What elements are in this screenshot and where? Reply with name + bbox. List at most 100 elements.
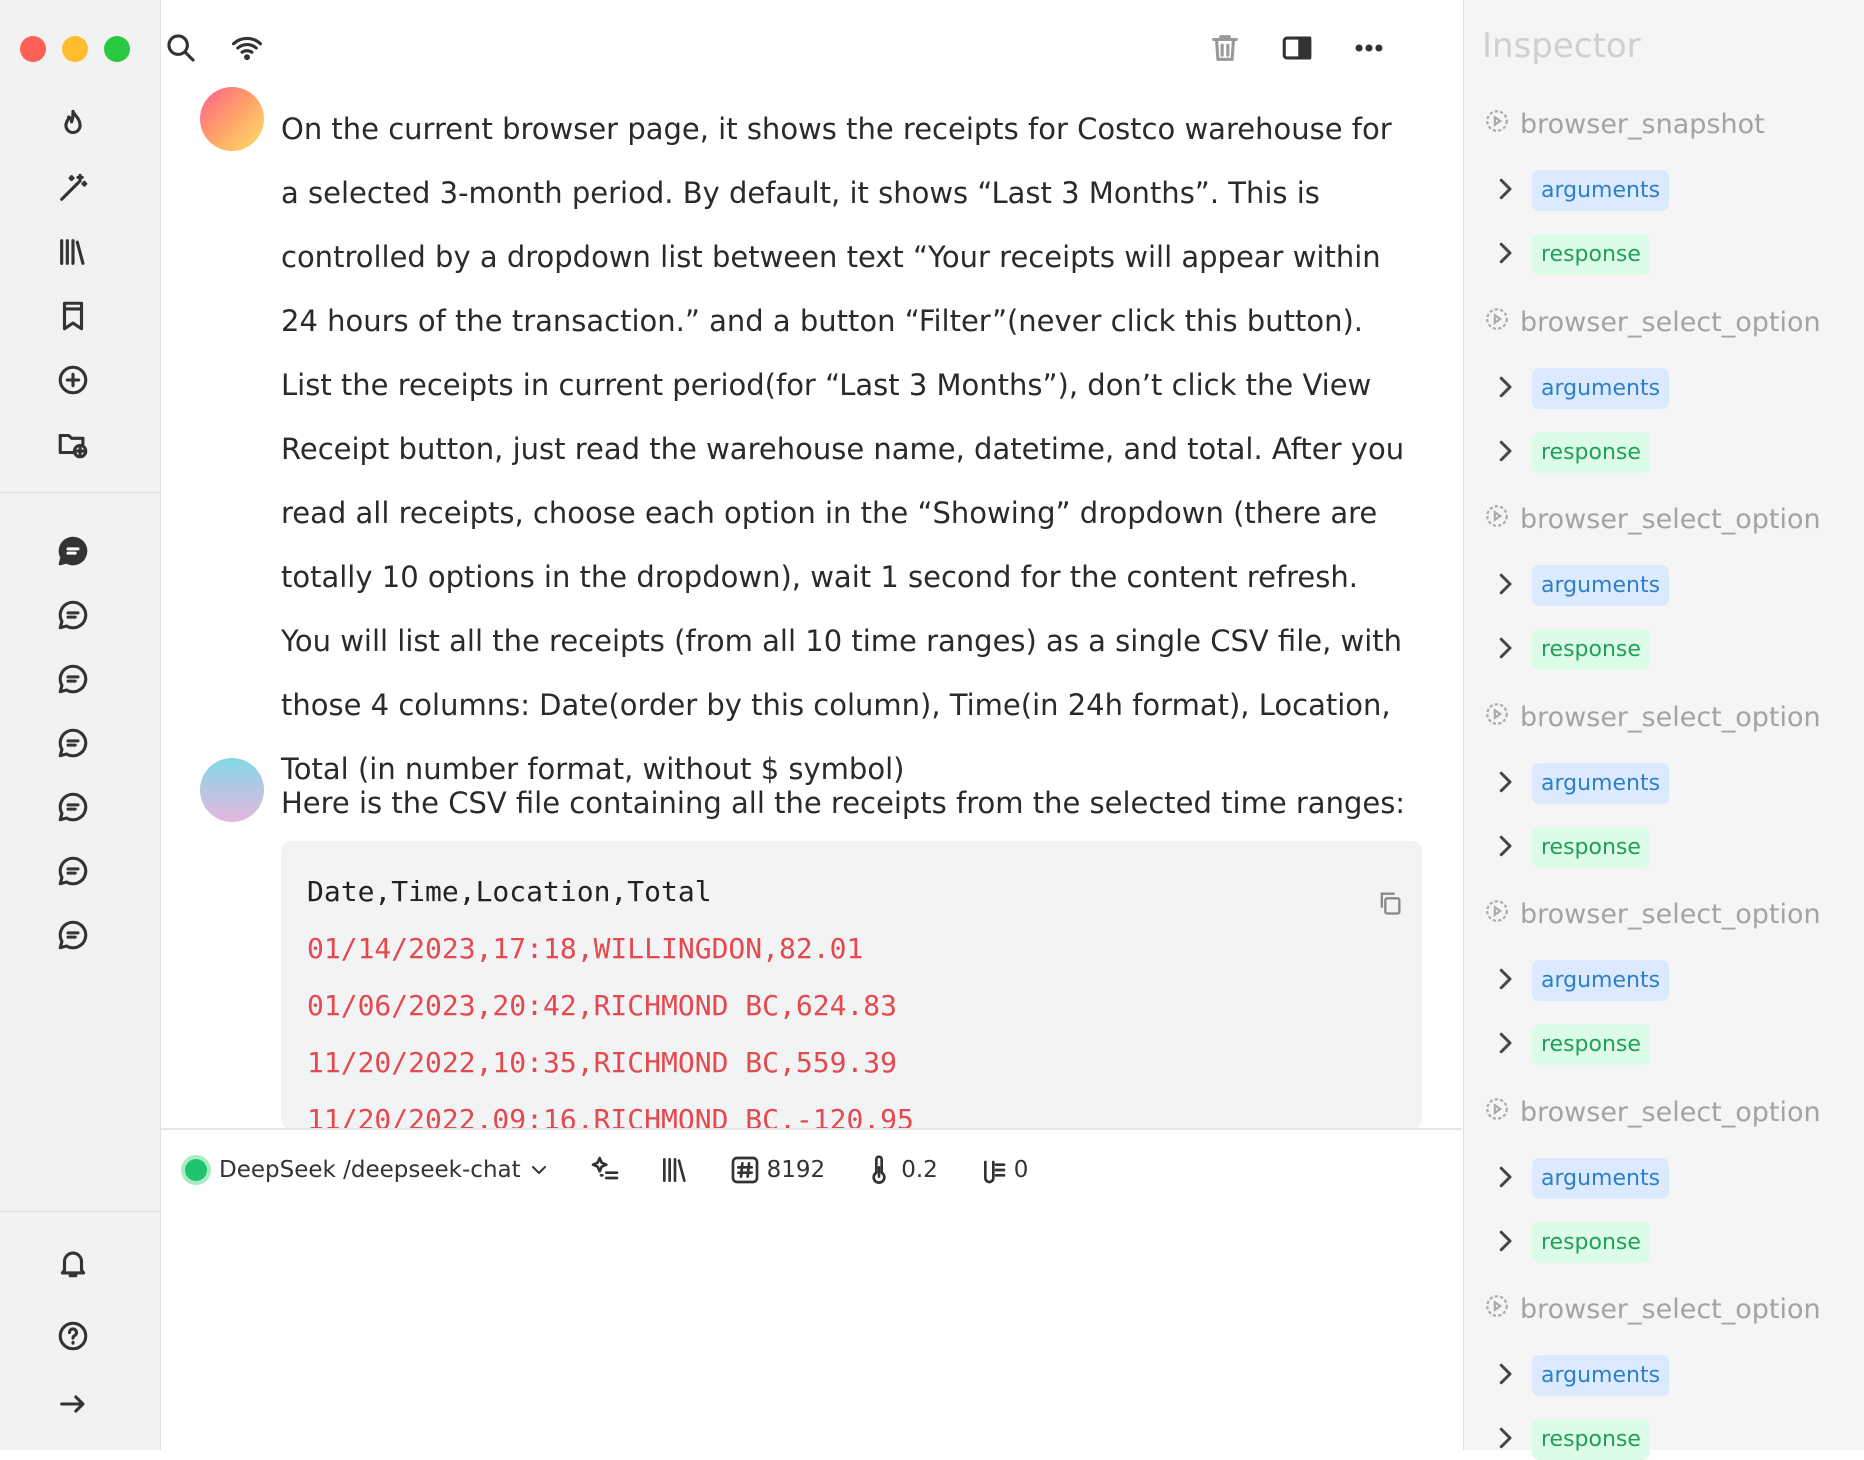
tool-call-response-row[interactable]: response xyxy=(1494,432,1650,473)
tool-call-name: browser_select_option xyxy=(1520,504,1821,535)
assistant-avatar xyxy=(200,758,264,822)
tool-call-arguments-row[interactable]: arguments xyxy=(1494,1158,1670,1199)
library-icon xyxy=(662,1158,686,1182)
more-icon[interactable] xyxy=(1349,28,1389,68)
tool-call-response-row[interactable]: response xyxy=(1494,827,1650,868)
chat-icon[interactable] xyxy=(52,722,94,764)
tool-call-response-row[interactable]: response xyxy=(1494,1222,1650,1263)
response-tag[interactable]: response xyxy=(1532,234,1650,275)
chat-icon[interactable] xyxy=(52,850,94,892)
tool-call-3[interactable]: browser_select_option xyxy=(1484,701,1821,734)
chevron-right-icon[interactable] xyxy=(1494,569,1516,603)
arguments-tag[interactable]: arguments xyxy=(1532,565,1670,606)
tool-call-response-row[interactable]: response xyxy=(1494,1419,1650,1460)
minimize-window-button[interactable] xyxy=(62,36,88,62)
maximize-window-button[interactable] xyxy=(104,36,130,62)
knowledge-button[interactable] xyxy=(659,1154,691,1186)
response-tag[interactable]: response xyxy=(1532,827,1650,868)
tool-call-6[interactable]: browser_select_option xyxy=(1484,1293,1821,1326)
csv-row: 11/20/2022,10:35,RICHMOND BC,559.39 xyxy=(307,1046,898,1079)
copy-icon[interactable] xyxy=(1376,889,1408,921)
bell-icon[interactable] xyxy=(52,1242,94,1284)
tool-call-5[interactable]: browser_select_option xyxy=(1484,1096,1821,1129)
chat-icon[interactable] xyxy=(52,914,94,956)
response-tag[interactable]: response xyxy=(1532,1024,1650,1065)
chevron-right-icon[interactable] xyxy=(1494,174,1516,208)
arguments-tag[interactable]: arguments xyxy=(1532,763,1670,804)
tool-call-arguments-row[interactable]: arguments xyxy=(1494,960,1670,1001)
flame-icon[interactable] xyxy=(52,103,94,145)
csv-row: 01/06/2023,20:42,RICHMOND BC,624.83 xyxy=(307,989,898,1022)
arguments-tag[interactable]: arguments xyxy=(1532,1355,1670,1396)
tool-call-4[interactable]: browser_select_option xyxy=(1484,898,1821,931)
temperature-setting[interactable]: 0.2 xyxy=(863,1154,938,1186)
magic-wand-icon[interactable] xyxy=(52,167,94,209)
library-icon[interactable] xyxy=(52,231,94,273)
model-name: DeepSeek /deepseek-chat xyxy=(219,1157,521,1183)
csv-row: 01/14/2023,17:18,WILLINGDON,82.01 xyxy=(307,932,864,965)
sidebar-toggle-icon[interactable] xyxy=(1277,28,1317,68)
tool-call-arguments-row[interactable]: arguments xyxy=(1494,1355,1670,1396)
chat-icon[interactable] xyxy=(52,658,94,700)
chevron-right-icon[interactable] xyxy=(1494,1423,1516,1457)
trash-icon[interactable] xyxy=(1205,28,1245,68)
chevron-right-icon[interactable] xyxy=(1494,633,1516,667)
response-tag[interactable]: response xyxy=(1532,1222,1650,1263)
chevron-right-icon[interactable] xyxy=(1494,767,1516,801)
tool-call-arguments-row[interactable]: arguments xyxy=(1494,565,1670,606)
tool-call-response-row[interactable]: response xyxy=(1494,234,1650,275)
chevron-right-icon[interactable] xyxy=(1494,1028,1516,1062)
arguments-tag[interactable]: arguments xyxy=(1532,170,1670,211)
arrow-right-icon[interactable] xyxy=(52,1383,94,1425)
search-icon[interactable] xyxy=(161,28,201,68)
response-tag[interactable]: response xyxy=(1532,629,1650,670)
attachments-value: 0 xyxy=(1013,1157,1029,1183)
chevron-right-icon[interactable] xyxy=(1494,964,1516,998)
add-circle-icon[interactable] xyxy=(52,359,94,401)
tool-call-response-row[interactable]: response xyxy=(1494,1024,1650,1065)
inspector-panel: Inspector browser_snapshot arguments respo… xyxy=(1463,0,1864,1460)
tool-call-2[interactable]: browser_select_option xyxy=(1484,503,1821,536)
model-selector[interactable]: DeepSeek /deepseek-chat xyxy=(185,1157,551,1183)
tool-call-1[interactable]: browser_select_option xyxy=(1484,306,1821,339)
chevron-right-icon[interactable] xyxy=(1494,1359,1516,1393)
tool-call-name: browser_select_option xyxy=(1520,307,1821,338)
chevron-right-icon[interactable] xyxy=(1494,238,1516,272)
help-icon[interactable] xyxy=(52,1315,94,1357)
tool-call-response-row[interactable]: response xyxy=(1494,629,1650,670)
arguments-tag[interactable]: arguments xyxy=(1532,1158,1670,1199)
max-tokens-setting[interactable]: 8192 xyxy=(729,1154,825,1186)
inspector-title: Inspector xyxy=(1482,26,1641,66)
csv-header: Date,Time,Location,Total xyxy=(307,875,712,908)
arguments-tag[interactable]: arguments xyxy=(1532,368,1670,409)
bookmark-icon[interactable] xyxy=(52,295,94,337)
tool-call-icon xyxy=(1484,108,1510,141)
new-folder-icon[interactable] xyxy=(52,423,94,465)
chat-icon[interactable] xyxy=(52,594,94,636)
wifi-icon[interactable] xyxy=(227,28,267,68)
tool-call-arguments-row[interactable]: arguments xyxy=(1494,368,1670,409)
chevron-right-icon[interactable] xyxy=(1494,1226,1516,1260)
tool-call-icon xyxy=(1484,898,1510,931)
tool-call-0[interactable]: browser_snapshot xyxy=(1484,108,1765,141)
assistant-message: Here is the CSV file containing all the … xyxy=(281,786,1406,820)
window-controls xyxy=(20,36,130,62)
csv-row: 11/20/2022,09:16,RICHMOND BC,-120.95 xyxy=(307,1103,914,1129)
arguments-tag[interactable]: arguments xyxy=(1532,960,1670,1001)
chevron-right-icon[interactable] xyxy=(1494,372,1516,406)
chat-active-icon[interactable] xyxy=(52,530,94,572)
tool-call-arguments-row[interactable]: arguments xyxy=(1494,763,1670,804)
chat-icon[interactable] xyxy=(52,786,94,828)
attachments-setting[interactable]: 0 xyxy=(976,1154,1029,1186)
prompt-tools-button[interactable] xyxy=(589,1154,621,1186)
close-window-button[interactable] xyxy=(20,36,46,62)
chevron-right-icon[interactable] xyxy=(1494,831,1516,865)
attachment-list-icon xyxy=(983,1160,1006,1184)
tool-call-arguments-row[interactable]: arguments xyxy=(1494,170,1670,211)
chevron-right-icon[interactable] xyxy=(1494,1162,1516,1196)
response-tag[interactable]: response xyxy=(1532,432,1650,473)
sidebar-divider xyxy=(0,492,160,493)
response-tag[interactable]: response xyxy=(1532,1419,1650,1460)
user-avatar xyxy=(200,87,264,151)
chevron-right-icon[interactable] xyxy=(1494,436,1516,470)
